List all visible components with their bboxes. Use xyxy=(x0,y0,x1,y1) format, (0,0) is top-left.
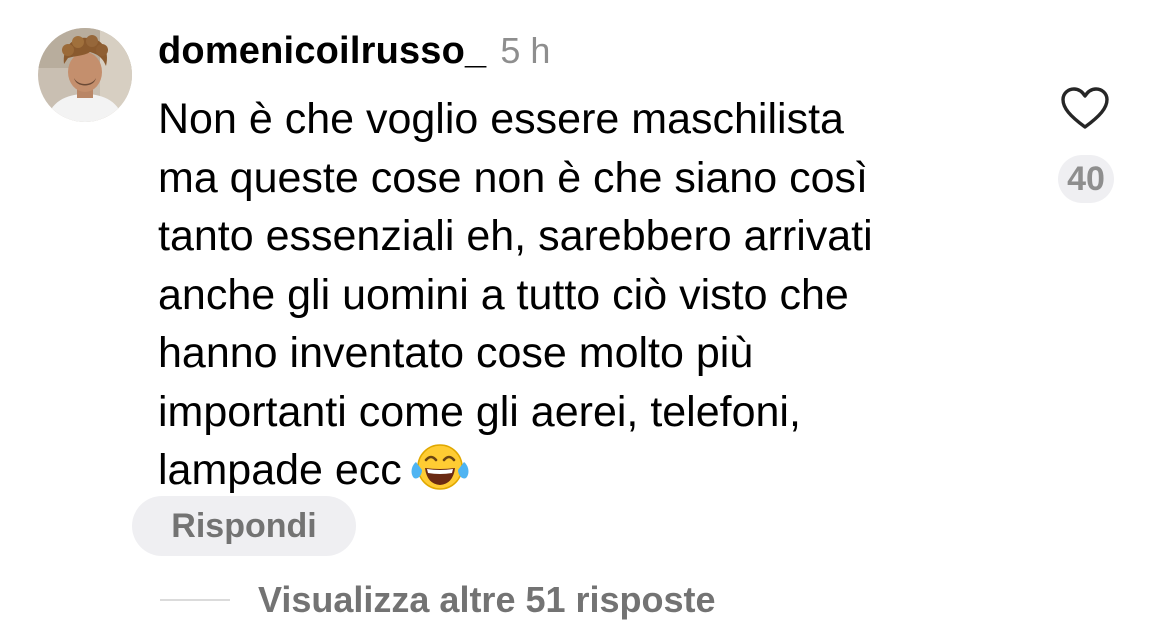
replies-divider xyxy=(160,599,230,601)
comment-line: anche gli uomini a tutto ciò visto che xyxy=(158,270,849,319)
view-more-replies-label[interactable]: Visualizza altre 51 risposte xyxy=(258,579,716,621)
comment-line: tanto essenziali eh, sarebbero arrivati xyxy=(158,212,873,260)
view-more-replies[interactable]: Visualizza altre 51 risposte xyxy=(160,576,716,624)
comment-line: Non è che voglio essere maschilista xyxy=(158,95,844,143)
like-count: 40 xyxy=(1058,155,1114,203)
comment-header: domenicoilrusso_ 5 h xyxy=(158,30,550,76)
comment-line: importanti come gli aerei, telefoni, xyxy=(158,387,801,436)
username[interactable]: domenicoilrusso_ xyxy=(158,30,486,73)
avatar[interactable] xyxy=(38,28,132,122)
comment-text: Non è che voglio essere maschilista ma q… xyxy=(158,90,1018,508)
comment-line: ma queste cose non è che siano così xyxy=(158,153,868,202)
like-button[interactable] xyxy=(1060,86,1110,132)
comment-time: 5 h xyxy=(500,30,551,71)
face-with-tears-of-joy-icon xyxy=(410,442,470,508)
avatar-photo xyxy=(38,28,132,122)
comment-line: lampade ecc xyxy=(158,446,402,494)
comment-line: hanno inventato cose molto più xyxy=(158,329,754,377)
heart-outline-icon xyxy=(1061,87,1109,129)
reply-button[interactable]: Rispondi xyxy=(132,496,356,556)
